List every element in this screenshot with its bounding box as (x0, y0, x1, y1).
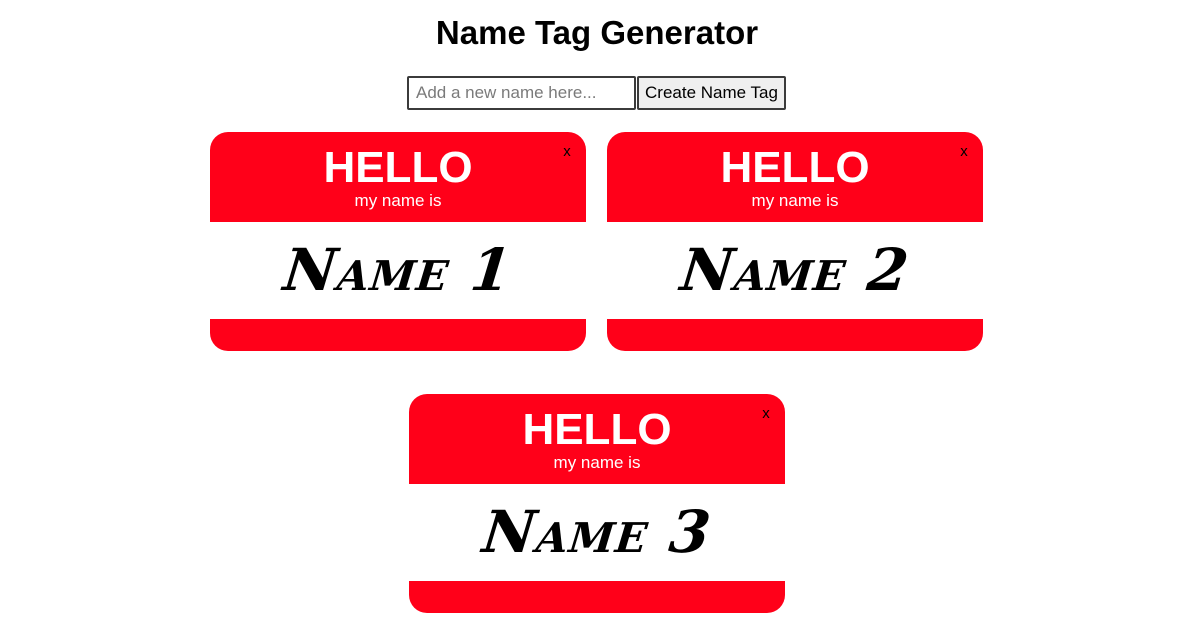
name-tag-header: HELLO my name is x (210, 132, 586, 222)
page-title: Name Tag Generator (435, 14, 759, 51)
remove-tag-button[interactable]: x (560, 143, 574, 161)
name-tag: HELLO my name is x Name 1 (210, 132, 586, 351)
name-tag-name: Name 2 (677, 236, 913, 304)
name-tag-hello: HELLO (323, 143, 473, 192)
name-tag-body: Name 3 (409, 484, 785, 581)
name-tag-header: HELLO my name is x (607, 132, 983, 222)
name-tag-subtitle: my name is (553, 453, 641, 472)
name-input[interactable] (407, 76, 636, 110)
page: Name Tag Generator Create Name Tag HELLO… (0, 0, 1200, 630)
name-tag-subtitle: my name is (751, 191, 839, 210)
remove-tag-button[interactable]: x (957, 143, 971, 161)
name-tag-hello: HELLO (522, 405, 672, 454)
create-name-tag-button[interactable]: Create Name Tag (637, 76, 786, 110)
name-tag-form: Create Name Tag (407, 76, 786, 110)
name-tag-body: Name 2 (607, 222, 983, 319)
name-tag-body: Name 1 (210, 222, 586, 319)
name-tag-name: Name 3 (479, 498, 715, 566)
remove-tag-button[interactable]: x (759, 405, 773, 423)
name-tag: HELLO my name is x Name 3 (409, 394, 785, 613)
name-tag-hello: HELLO (720, 143, 870, 192)
name-tag-name: Name 1 (280, 236, 516, 304)
name-tag-header: HELLO my name is x (409, 394, 785, 484)
name-tag-subtitle: my name is (354, 191, 442, 210)
name-tag: HELLO my name is x Name 2 (607, 132, 983, 351)
